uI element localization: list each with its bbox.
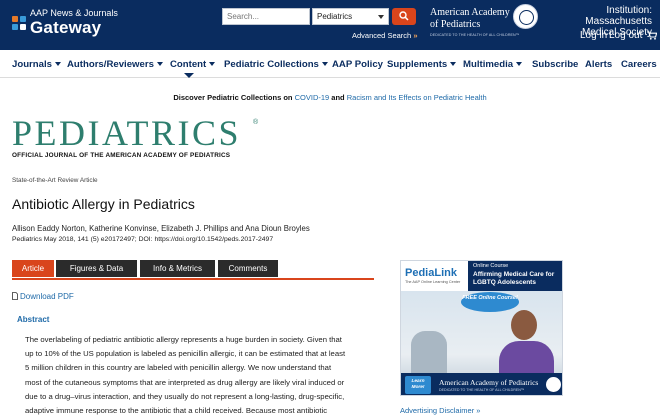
- nav-content-label: Content: [170, 59, 207, 70]
- abstract-heading: Abstract: [17, 315, 50, 324]
- abstract-line: The overlabeling of pediatric antibiotic…: [25, 335, 342, 344]
- main-nav: Journals Authors/Reviewers Content Pedia…: [0, 50, 660, 78]
- nav-journals-label: Journals: [12, 59, 52, 70]
- chevron-down-icon: [516, 62, 523, 66]
- aap-name-line2: of Pediatrics: [430, 19, 481, 30]
- double-chevron-icon: »: [413, 31, 418, 40]
- download-pdf-link[interactable]: Download PDF: [12, 292, 74, 301]
- article-authors: Allison Eaddy Norton, Katherine Konvinse…: [12, 224, 310, 233]
- tab-comments[interactable]: Comments: [218, 260, 278, 277]
- nav-supplements[interactable]: Supplements: [387, 59, 457, 70]
- announcement-banner: Discover Pediatric Collections on COVID-…: [0, 93, 660, 102]
- tab-underline: [12, 278, 374, 280]
- nav-collections-label: Pediatric Collections: [224, 59, 319, 70]
- chevron-down-icon: [156, 62, 163, 66]
- nav-active-indicator: [184, 73, 194, 78]
- nav-authors-label: Authors/Reviewers: [67, 59, 154, 70]
- pedialink-subtitle: The AAP Online Learning Center: [405, 280, 461, 284]
- tab-article[interactable]: Article: [12, 260, 54, 277]
- search-scope-value: Pediatrics: [317, 12, 353, 21]
- journal-logo[interactable]: PEDIATRICS: [12, 112, 241, 154]
- journal-subtitle: OFFICIAL JOURNAL OF THE AMERICAN ACADEMY…: [12, 152, 231, 159]
- ad-seal-icon: [546, 377, 561, 392]
- tab-figures-data[interactable]: Figures & Data: [56, 260, 137, 277]
- abstract-text: The overlabeling of pediatric antibiotic…: [25, 333, 370, 416]
- ad-online-course: Online Course: [473, 263, 509, 269]
- nav-supplements-label: Supplements: [387, 59, 448, 70]
- nav-alerts[interactable]: Alerts: [585, 59, 612, 70]
- brand-small-text: AAP News & Journals: [30, 8, 118, 18]
- announcement-lead: Discover Pediatric Collections on: [173, 93, 293, 102]
- download-pdf-label: Download PDF: [20, 292, 74, 301]
- login-link[interactable]: Log in: [580, 30, 607, 41]
- advertising-disclaimer-link[interactable]: Advertising Disclaimer »: [400, 406, 480, 415]
- brand-grid-icon: [12, 16, 26, 30]
- article-citation: Pediatrics May 2018, 141 (5) e20172497; …: [12, 236, 274, 243]
- advanced-search-label: Advanced Search: [352, 31, 412, 40]
- aap-name-line1: American Academy: [430, 7, 510, 18]
- cart-icon[interactable]: [647, 31, 657, 40]
- ad-learn-more-button[interactable]: Learn More!: [405, 376, 431, 394]
- search-button[interactable]: [392, 8, 416, 25]
- nav-authors-reviewers[interactable]: Authors/Reviewers: [67, 59, 163, 70]
- document-icon: [12, 292, 18, 300]
- nav-alerts-label: Alerts: [585, 59, 613, 70]
- search-input[interactable]: [222, 8, 310, 25]
- aap-seal-icon: [513, 4, 538, 29]
- registered-mark: ®: [253, 119, 259, 126]
- nav-journals[interactable]: Journals: [12, 59, 61, 70]
- chevron-down-icon: [450, 62, 457, 66]
- nav-subscribe-label: Subscribe: [532, 59, 579, 70]
- chevron-down-icon: [378, 15, 384, 19]
- article-type: State-of-the-Art Review Article: [12, 177, 98, 184]
- nav-multimedia[interactable]: Multimedia: [463, 59, 523, 70]
- ad-aap-name: American Academy of Pediatrics: [439, 378, 539, 387]
- brand-title: Gateway: [30, 18, 102, 37]
- abstract-line: 5 million children in this country are l…: [25, 363, 332, 373]
- racism-collection-link[interactable]: Racism and Its Effects on Pediatric Heal…: [347, 93, 487, 102]
- nav-subscribe[interactable]: Subscribe: [532, 59, 578, 70]
- nav-careers-label: Careers: [621, 59, 657, 70]
- chevron-down-icon: [321, 62, 328, 66]
- nav-multimedia-label: Multimedia: [463, 59, 514, 70]
- logout-link[interactable]: Log out: [609, 30, 642, 41]
- advanced-search-link[interactable]: Advanced Search »: [352, 31, 417, 40]
- abstract-line: due to a drug–virus interaction, and the…: [25, 391, 345, 401]
- tab-info-metrics[interactable]: Info & Metrics: [140, 260, 215, 277]
- nav-content[interactable]: Content: [170, 59, 216, 70]
- gateway-logo[interactable]: AAP News & Journals Gateway: [12, 8, 122, 42]
- nav-pediatric-collections[interactable]: Pediatric Collections: [224, 59, 328, 70]
- abstract-line: most of the cutaneous symptoms that are …: [25, 377, 345, 387]
- nav-careers[interactable]: Careers: [621, 59, 657, 70]
- ad-aap-tagline: DEDICATED TO THE HEALTH OF ALL CHILDREN™: [439, 388, 525, 392]
- pedialink-logo: PediaLink: [405, 267, 457, 279]
- search-scope-select[interactable]: Pediatrics: [312, 8, 389, 25]
- nav-policy-label: AAP Policy: [332, 59, 384, 70]
- aap-tagline: DEDICATED TO THE HEALTH OF ALL CHILDREN™: [430, 33, 520, 37]
- abstract-line: up to 10% of the US population is labele…: [25, 349, 346, 359]
- article-tabs: Article Figures & Data Info & Metrics Co…: [12, 260, 374, 282]
- abstract-line: adaptive immune response to the antibiot…: [25, 406, 328, 416]
- covid-collection-link[interactable]: COVID-19: [295, 93, 330, 102]
- announcement-joiner: and: [331, 93, 345, 102]
- top-header: AAP News & Journals Gateway Pediatrics A…: [0, 0, 660, 50]
- article-title: Antibiotic Allergy in Pediatrics: [12, 196, 195, 212]
- ad-person-head: [511, 310, 537, 340]
- pedialink-advertisement[interactable]: PediaLink The AAP Online Learning Center…: [400, 260, 563, 396]
- chevron-down-icon: [55, 62, 61, 66]
- ad-free-badge: FREE Online Course!: [461, 292, 519, 312]
- ad-headline: Affirming Medical Care for LGBTQ Adolesc…: [473, 271, 555, 286]
- chevron-down-icon: [209, 62, 216, 66]
- search-icon: [399, 11, 409, 21]
- nav-aap-policy[interactable]: AAP Policy: [332, 59, 383, 70]
